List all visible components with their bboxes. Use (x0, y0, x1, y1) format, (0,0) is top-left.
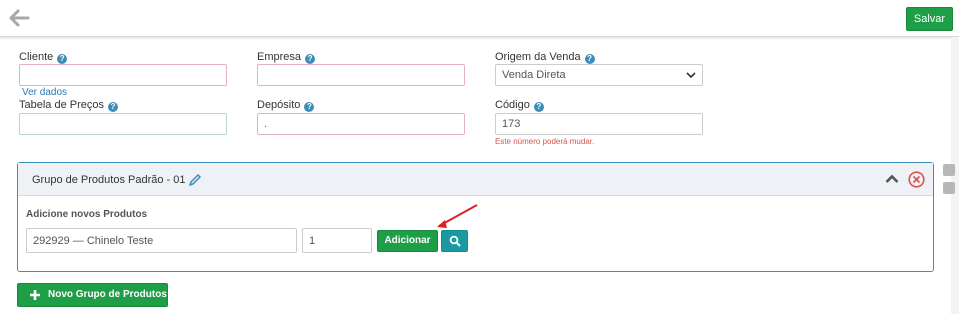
chevron-down-icon (686, 72, 696, 79)
top-toolbar: Salvar (0, 0, 959, 37)
side-tab-icon[interactable] (943, 164, 955, 176)
tabela-precos-field[interactable] (19, 113, 227, 135)
tabela-label: Tabela de Preços? (19, 99, 118, 112)
cliente-label: Cliente? (19, 51, 68, 64)
deposito-label: Depósito? (257, 99, 315, 112)
help-icon[interactable]: ? (533, 102, 544, 112)
deposito-label-text: Depósito (257, 99, 301, 111)
new-group-label: Novo Grupo de Produtos (48, 289, 167, 300)
cliente-label-text: Cliente (19, 51, 54, 63)
codigo-label-text: Código (495, 99, 530, 111)
codigo-label: Código? (495, 99, 544, 112)
new-product-group-button[interactable]: Novo Grupo de Produtos (17, 283, 168, 307)
close-circle-icon[interactable] (908, 171, 925, 188)
help-icon[interactable]: ? (305, 54, 316, 64)
origem-label-text: Origem da Venda (495, 51, 581, 63)
empresa-field[interactable] (257, 64, 465, 86)
ver-dados-link[interactable]: Ver dados (22, 87, 67, 98)
product-group-header: Grupo de Produtos Padrão - 01 (18, 163, 933, 196)
save-button[interactable]: Salvar (906, 7, 953, 31)
plus-icon (30, 290, 40, 300)
help-icon[interactable]: ? (304, 102, 315, 112)
empresa-label-text: Empresa (257, 51, 302, 63)
back-arrow-icon[interactable] (8, 8, 30, 28)
deposito-field[interactable]: . (257, 113, 465, 135)
add-products-label: Adicione novos Produtos (26, 209, 148, 220)
origem-label: Origem da Venda? (495, 51, 595, 64)
help-icon[interactable]: ? (584, 54, 595, 64)
help-icon[interactable]: ? (57, 54, 68, 64)
side-tab-icon[interactable] (943, 182, 955, 194)
chevron-up-icon[interactable] (885, 173, 899, 185)
tabela-label-text: Tabela de Preços (19, 99, 104, 111)
codigo-warning: Este número poderá mudar. (495, 137, 595, 146)
codigo-field[interactable]: 173 (495, 113, 703, 135)
help-icon[interactable]: ? (108, 102, 118, 112)
product-group-title: Grupo de Produtos Padrão - 01 (32, 174, 186, 186)
search-icon (449, 235, 461, 247)
origem-select[interactable]: Venda Direta (495, 64, 703, 86)
empresa-label: Empresa? (257, 51, 316, 64)
annotation-arrow-icon (437, 204, 478, 228)
product-group-panel: Grupo de Produtos Padrão - 01 Adicione n… (17, 162, 934, 272)
origem-selected-value: Venda Direta (502, 69, 566, 81)
search-button[interactable] (441, 230, 468, 252)
add-product-button[interactable]: Adicionar (377, 230, 438, 252)
cliente-field[interactable] (19, 64, 227, 86)
pencil-icon[interactable] (188, 173, 202, 187)
product-search-field[interactable]: 292929 — Chinelo Teste (26, 228, 297, 253)
quantity-field[interactable]: 1 (302, 228, 372, 253)
